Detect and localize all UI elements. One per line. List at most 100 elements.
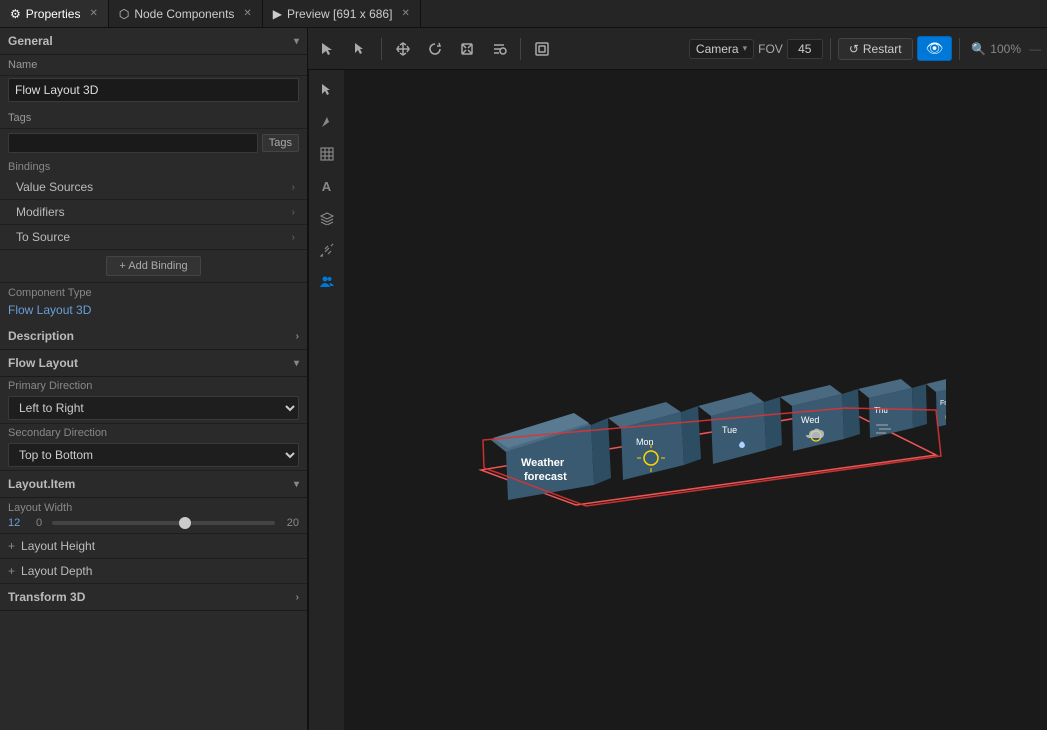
svg-text:Weather: Weather bbox=[521, 457, 565, 469]
name-input-wrap bbox=[0, 76, 307, 108]
cursor-tool-button[interactable] bbox=[346, 37, 374, 61]
link-tool-btn[interactable] bbox=[313, 236, 341, 264]
layout-height-label: Layout Height bbox=[21, 539, 95, 553]
scale-tool-button[interactable] bbox=[453, 37, 481, 61]
frame-button[interactable] bbox=[528, 37, 556, 61]
tab-bar: ⚙ Properties ✕ ⬡ Node Components ✕ ▶ Pre… bbox=[0, 0, 1047, 28]
3d-scene-svg: Weather forecast Mon bbox=[446, 270, 946, 530]
layout-depth-plus-icon: + bbox=[8, 564, 15, 578]
tags-input[interactable] bbox=[8, 133, 258, 153]
layout-width-slider[interactable] bbox=[52, 521, 275, 525]
tags-label: Tags bbox=[8, 112, 88, 124]
primary-direction-select[interactable]: Left to Right Right to Left Top to Botto… bbox=[8, 396, 299, 420]
restart-button[interactable]: ↺ Restart bbox=[838, 38, 913, 60]
svg-text:Wed: Wed bbox=[801, 415, 819, 425]
users-tool-btn[interactable] bbox=[313, 268, 341, 296]
name-row: Name bbox=[0, 55, 307, 76]
rotate-tool-button[interactable] bbox=[421, 37, 449, 61]
transform-3d-section-header[interactable]: Transform 3D › bbox=[0, 584, 307, 611]
eye-button[interactable]: 👁 bbox=[917, 36, 953, 61]
arrow-tool-btn[interactable] bbox=[313, 108, 341, 136]
text-icon: A bbox=[322, 179, 331, 194]
tab-node-components[interactable]: ⬡ Node Components ✕ bbox=[109, 0, 263, 27]
restart-label: Restart bbox=[863, 42, 902, 56]
layout-item-label: Layout.Item bbox=[8, 477, 75, 491]
binding-modifiers-chevron: › bbox=[292, 207, 295, 218]
fov-label: FOV bbox=[758, 42, 783, 56]
text-tool-btn[interactable]: A bbox=[313, 172, 341, 200]
layout-item-section-header[interactable]: Layout.Item ▾ bbox=[0, 471, 307, 498]
layout-width-max: 20 bbox=[281, 517, 299, 529]
secondary-direction-label: Secondary Direction bbox=[8, 427, 299, 439]
binding-value-sources[interactable]: Value Sources › bbox=[0, 175, 307, 200]
toolbar-sep-2 bbox=[520, 38, 521, 60]
tab-preview[interactable]: ▶ Preview [691 x 686] ✕ bbox=[263, 0, 421, 27]
secondary-direction-row: Secondary Direction Top to Bottom Bottom… bbox=[0, 424, 307, 471]
layout-depth-row[interactable]: + Layout Depth bbox=[0, 559, 307, 584]
flow-layout-section-header[interactable]: Flow Layout ▾ bbox=[0, 350, 307, 377]
toolbar-sep-4 bbox=[959, 38, 960, 60]
tags-row: Tags bbox=[0, 129, 307, 157]
layout-width-label: Layout Width bbox=[8, 502, 299, 514]
properties-tab-icon: ⚙ bbox=[10, 7, 21, 21]
toolbar-sep-1 bbox=[381, 38, 382, 60]
preview-tab-icon: ▶ bbox=[273, 7, 282, 21]
binding-value-sources-label: Value Sources bbox=[16, 180, 93, 194]
description-chevron-icon: › bbox=[296, 331, 299, 342]
primary-direction-label: Primary Direction bbox=[8, 380, 299, 392]
layout-height-row[interactable]: + Layout Height bbox=[0, 534, 307, 559]
flow-layout-label: Flow Layout bbox=[8, 356, 78, 370]
restart-icon: ↺ bbox=[849, 42, 859, 56]
layers-tool-btn[interactable] bbox=[313, 204, 341, 232]
properties-tab-close[interactable]: ✕ bbox=[89, 8, 97, 19]
zoom-slider: — bbox=[1029, 42, 1041, 56]
svg-text:Thu: Thu bbox=[874, 406, 888, 415]
move-tool-button[interactable] bbox=[389, 37, 417, 61]
tab-properties[interactable]: ⚙ Properties ✕ bbox=[0, 0, 109, 27]
left-panel: General ▾ Name Tags Tags Bindings Value … bbox=[0, 28, 308, 730]
zoom-search-icon: 🔍 bbox=[971, 42, 986, 56]
binding-to-source[interactable]: To Source › bbox=[0, 225, 307, 250]
transform-tool-button[interactable] bbox=[485, 37, 513, 61]
fov-input[interactable] bbox=[787, 39, 823, 59]
side-icon-bar: A bbox=[308, 70, 344, 730]
main-layout: General ▾ Name Tags Tags Bindings Value … bbox=[0, 28, 1047, 730]
toolbar-sep-3 bbox=[830, 38, 831, 60]
camera-arrow-icon: ▾ bbox=[743, 43, 748, 54]
grid-tool-btn[interactable] bbox=[313, 140, 341, 168]
layout-width-row: Layout Width 12 0 20 bbox=[0, 498, 307, 534]
select-tool-button[interactable] bbox=[314, 37, 342, 61]
node-components-tab-label: Node Components bbox=[134, 7, 234, 21]
general-section-header[interactable]: General ▾ bbox=[0, 28, 307, 55]
name-input[interactable] bbox=[8, 78, 299, 102]
preview-tab-close[interactable]: ✕ bbox=[401, 8, 409, 19]
description-section-header[interactable]: Description › bbox=[0, 323, 307, 350]
zoom-wrap: 🔍 100% — bbox=[971, 42, 1041, 56]
general-chevron-icon: ▾ bbox=[294, 36, 299, 47]
layout-width-value: 12 bbox=[8, 517, 26, 529]
eye-icon: 👁 bbox=[926, 40, 944, 57]
svg-text:forecast: forecast bbox=[524, 471, 567, 483]
transform-3d-label: Transform 3D bbox=[8, 590, 85, 604]
tags-button[interactable]: Tags bbox=[262, 134, 299, 152]
pointer-tool-btn[interactable] bbox=[313, 76, 341, 104]
layout-width-min: 0 bbox=[32, 517, 46, 529]
node-components-tab-close[interactable]: ✕ bbox=[243, 8, 251, 19]
preview-toolbar: Camera ▾ FOV ↺ Restart 👁 🔍 100% — bbox=[308, 28, 1047, 70]
component-type-row: Component Type bbox=[0, 283, 307, 301]
zoom-value: 100% bbox=[990, 42, 1021, 56]
binding-to-source-label: To Source bbox=[16, 230, 70, 244]
preview-body: A bbox=[308, 70, 1047, 730]
camera-select[interactable]: Camera ▾ bbox=[689, 39, 754, 59]
tags-row-label: Tags bbox=[0, 108, 307, 129]
bindings-label: Bindings bbox=[8, 161, 50, 173]
preview-area: Weather forecast Mon bbox=[344, 70, 1047, 730]
secondary-direction-select[interactable]: Top to Bottom Bottom to Top Left to Righ… bbox=[8, 443, 299, 467]
flow-layout-chevron-icon: ▾ bbox=[294, 358, 299, 369]
node-components-tab-icon: ⬡ bbox=[119, 7, 129, 21]
fov-wrap: FOV bbox=[758, 39, 823, 59]
svg-text:Fri: Fri bbox=[940, 400, 946, 407]
component-type-label: Component Type bbox=[8, 287, 92, 299]
binding-modifiers[interactable]: Modifiers › bbox=[0, 200, 307, 225]
add-binding-button[interactable]: + Add Binding bbox=[106, 256, 200, 276]
